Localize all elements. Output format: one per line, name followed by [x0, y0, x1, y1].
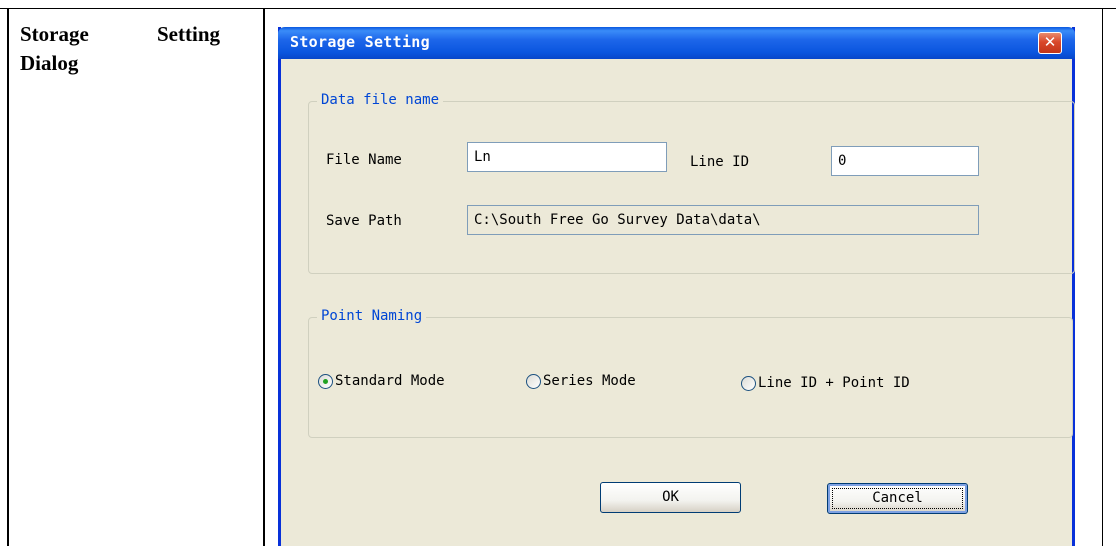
table-border-left: [7, 8, 9, 546]
point-naming-legend: Point Naming: [317, 306, 427, 326]
data-file-name-legend: Data file name: [317, 90, 444, 110]
save-path-field: C:\South Free Go Survey Data\data\: [467, 205, 979, 235]
data-file-name-group: Data file name: [308, 90, 1075, 274]
save-path-label: Save Path: [326, 213, 402, 229]
ok-button-label: OK: [662, 489, 679, 505]
table-border-middle: [263, 8, 265, 546]
label-word-dialog: Dialog: [20, 51, 79, 75]
close-icon: ✕: [1043, 33, 1057, 51]
line-id-label: Line ID: [690, 154, 750, 170]
table-border-top: [0, 8, 1116, 9]
ok-button[interactable]: OK: [600, 482, 741, 513]
radio-series-mode[interactable]: Series Mode: [526, 373, 636, 389]
dialog-title: Storage Setting: [290, 33, 430, 51]
file-name-input[interactable]: Ln: [467, 142, 667, 172]
label-word-storage: Storage: [20, 22, 89, 46]
radio-line-id-point-id[interactable]: Line ID + Point ID: [741, 375, 910, 391]
table-cell-label: Storage Setting Dialog: [20, 20, 252, 78]
line-id-input[interactable]: 0: [831, 146, 979, 176]
radio-standard-mode-label: Standard Mode: [335, 373, 445, 389]
cancel-button[interactable]: Cancel: [827, 483, 968, 514]
label-word-setting: Setting: [157, 22, 220, 46]
radio-unchecked-icon: [526, 373, 541, 389]
file-name-label: File Name: [326, 152, 402, 168]
radio-unchecked-icon: [741, 375, 756, 391]
cancel-button-label: Cancel: [872, 490, 923, 506]
radio-line-id-point-id-label: Line ID + Point ID: [758, 375, 910, 391]
close-button[interactable]: ✕: [1038, 32, 1062, 54]
radio-checked-icon: [318, 373, 333, 389]
storage-setting-dialog: Storage Setting ✕ Data file name File Na…: [278, 27, 1075, 546]
radio-series-mode-label: Series Mode: [543, 373, 636, 389]
radio-standard-mode[interactable]: Standard Mode: [318, 373, 445, 389]
dialog-title-bar[interactable]: Storage Setting ✕: [278, 27, 1075, 59]
table-border-right: [1102, 8, 1103, 546]
